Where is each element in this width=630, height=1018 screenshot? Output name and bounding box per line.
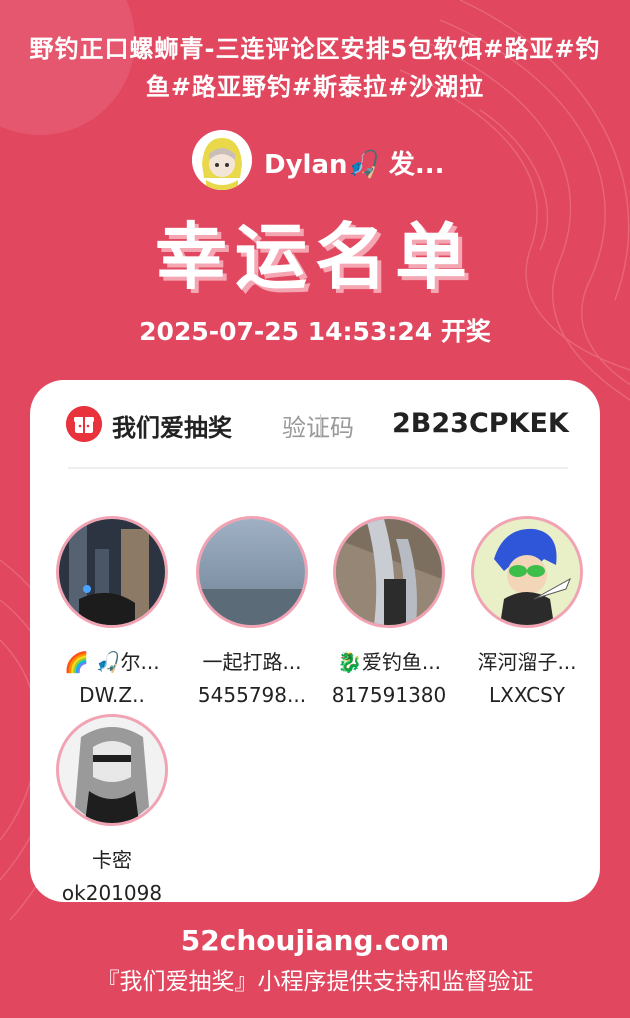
winner-uid: LXXCSY	[489, 683, 565, 707]
winner-nick: 🐉爱钓鱼...	[337, 650, 441, 674]
sender-name: Dylan🎣 发...	[264, 150, 445, 180]
brand-name: 我们爱抽奖	[112, 414, 232, 442]
winner-item[interactable]: 🐉爱钓鱼... 817591380	[319, 516, 459, 707]
winner-uid: ok201098	[61, 881, 163, 905]
verify-code-label: 验证码	[282, 414, 354, 442]
winner-nick: 卡密	[92, 848, 132, 872]
winner-avatar	[56, 714, 168, 826]
winner-item[interactable]: 浑河溜子... LXXCSY	[457, 516, 597, 707]
footer-site[interactable]: 52choujiang.com	[0, 924, 630, 957]
verify-code-value[interactable]: 2B23CPKEK	[392, 408, 569, 439]
winner-uid: DW.Z..	[79, 683, 145, 707]
card-header: 我们爱抽奖 验证码 2B23CPKEK	[66, 404, 586, 444]
headline: 幸运名单	[154, 215, 475, 299]
gift-icon	[66, 406, 102, 442]
winner-nick: 🌈 🎣尔...	[64, 650, 160, 674]
winner-item[interactable]: 一起打路... 5455798...	[182, 516, 322, 707]
card-divider	[68, 467, 568, 469]
draw-time: 2025-07-25 14:53:24 开奖	[139, 317, 491, 346]
post-title: 野钓正口螺蛳青-三连评论区安排5包软饵#路亚#钓鱼#路亚野钓#斯泰拉#沙湖拉	[29, 35, 601, 101]
winner-uid: 5455798...	[197, 683, 307, 707]
sender-avatar[interactable]	[192, 130, 252, 190]
winner-avatar	[56, 516, 168, 628]
sender-row: Dylan🎣 发...	[0, 130, 630, 192]
winner-avatar	[333, 516, 445, 628]
winner-item[interactable]: 🌈 🎣尔... DW.Z..	[42, 516, 182, 707]
cursor-mark	[320, 414, 321, 438]
winner-uid: 817591380	[331, 683, 447, 707]
winner-avatar	[471, 516, 583, 628]
winner-item[interactable]: 卡密 ok201098	[42, 714, 182, 905]
winner-avatar	[196, 516, 308, 628]
footer-note: 『我们爱抽奖』小程序提供支持和监督验证	[96, 969, 534, 995]
winner-nick: 浑河溜子...	[477, 650, 577, 674]
winner-nick: 一起打路...	[202, 650, 302, 674]
winner-card: 我们爱抽奖 验证码 2B23CPKEK 🌈 🎣尔... DW.Z.. 一起打路.…	[30, 380, 600, 905]
